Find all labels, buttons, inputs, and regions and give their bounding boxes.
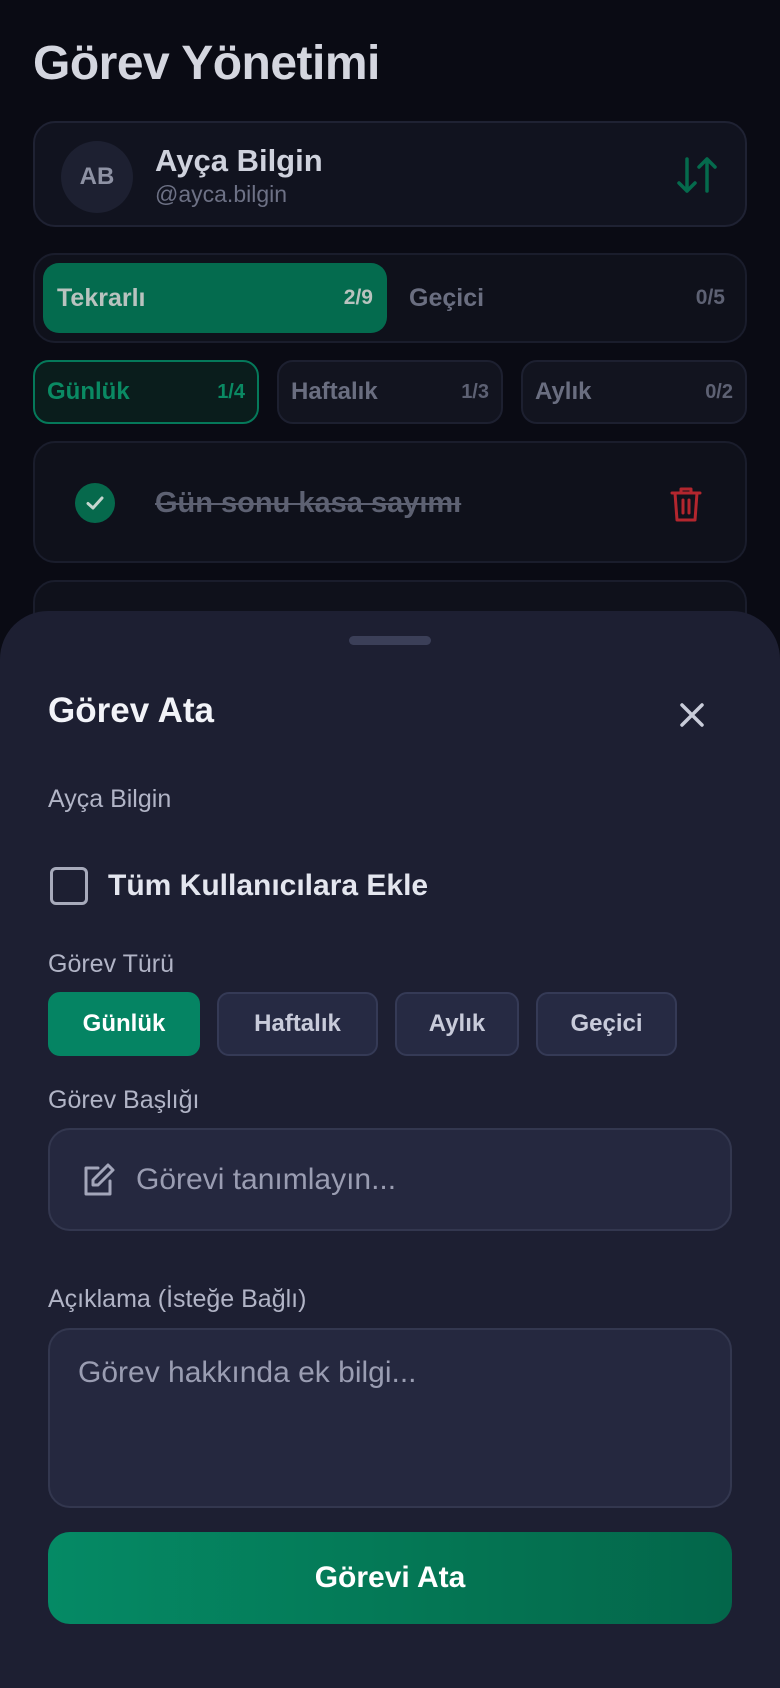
task-title-placeholder: Görevi tanımlayın... bbox=[136, 1162, 397, 1196]
type-temporary-button[interactable]: Geçici bbox=[536, 992, 677, 1056]
edit-icon bbox=[84, 1163, 115, 1195]
type-monthly-button[interactable]: Aylık bbox=[395, 992, 519, 1056]
task-title-input[interactable]: Görevi tanımlayın... bbox=[48, 1128, 732, 1231]
assign-task-button[interactable]: Görevi Ata bbox=[48, 1532, 732, 1624]
tab-monthly-count: 0/2 bbox=[705, 380, 733, 403]
sheet-drag-handle[interactable] bbox=[349, 636, 431, 645]
task-kind-segmented-control: Tekrarlı 2/9 Geçici 0/5 bbox=[33, 253, 747, 343]
tab-monthly[interactable]: Aylık 0/2 bbox=[521, 360, 747, 424]
all-users-checkbox-row[interactable]: Tüm Kullanıcılara Ekle bbox=[50, 867, 428, 905]
task-title: Gün sonu kasa sayımı bbox=[155, 487, 462, 519]
segment-recurring[interactable]: Tekrarlı 2/9 bbox=[43, 263, 387, 333]
type-weekly-button[interactable]: Haftalık bbox=[217, 992, 378, 1056]
segment-recurring-label: Tekrarlı bbox=[57, 283, 146, 312]
assign-task-sheet: Görev Ata Ayça Bilgin Tüm Kullanıcılara … bbox=[0, 611, 780, 1688]
description-placeholder: Görev hakkında ek bilgi... bbox=[78, 1356, 417, 1389]
task-item[interactable]: Gün sonu kasa sayımı bbox=[33, 441, 747, 563]
tab-daily[interactable]: Günlük 1/4 bbox=[33, 360, 259, 424]
all-users-checkbox[interactable] bbox=[50, 867, 88, 905]
tab-daily-count: 1/4 bbox=[217, 380, 245, 403]
close-icon[interactable] bbox=[674, 697, 710, 733]
page-title: Görev Yönetimi bbox=[33, 37, 380, 90]
tab-weekly-label: Haftalık bbox=[291, 378, 378, 405]
type-daily-button[interactable]: Günlük bbox=[48, 992, 200, 1056]
task-type-label: Görev Türü bbox=[48, 950, 174, 978]
segment-temporary[interactable]: Geçici 0/5 bbox=[395, 263, 739, 333]
tab-monthly-label: Aylık bbox=[535, 378, 592, 405]
description-label: Açıklama (İsteğe Bağlı) bbox=[48, 1285, 307, 1313]
trash-icon[interactable] bbox=[669, 485, 703, 523]
all-users-label: Tüm Kullanıcılara Ekle bbox=[108, 869, 429, 902]
tab-weekly-count: 1/3 bbox=[461, 380, 489, 403]
user-name: Ayça Bilgin bbox=[155, 143, 323, 178]
task-complete-checkbox[interactable] bbox=[75, 483, 115, 523]
check-icon bbox=[86, 496, 104, 510]
segment-recurring-count: 2/9 bbox=[343, 286, 373, 309]
tab-daily-label: Günlük bbox=[47, 378, 130, 405]
user-card[interactable]: AB Ayça Bilgin @ayca.bilgin bbox=[33, 121, 747, 227]
assignee-name: Ayça Bilgin bbox=[48, 785, 172, 813]
segment-temporary-label: Geçici bbox=[409, 283, 485, 312]
description-textarea[interactable]: Görev hakkında ek bilgi... bbox=[48, 1328, 732, 1508]
task-title-label: Görev Başlığı bbox=[48, 1086, 200, 1114]
sheet-title: Görev Ata bbox=[48, 691, 214, 730]
tab-weekly[interactable]: Haftalık 1/3 bbox=[277, 360, 503, 424]
sort-arrows-icon[interactable] bbox=[675, 153, 719, 197]
segment-temporary-count: 0/5 bbox=[695, 286, 725, 309]
task-type-selector: Günlük Haftalık Aylık Geçici bbox=[48, 992, 677, 1056]
user-handle: @ayca.bilgin bbox=[155, 181, 288, 207]
avatar: AB bbox=[61, 141, 133, 213]
